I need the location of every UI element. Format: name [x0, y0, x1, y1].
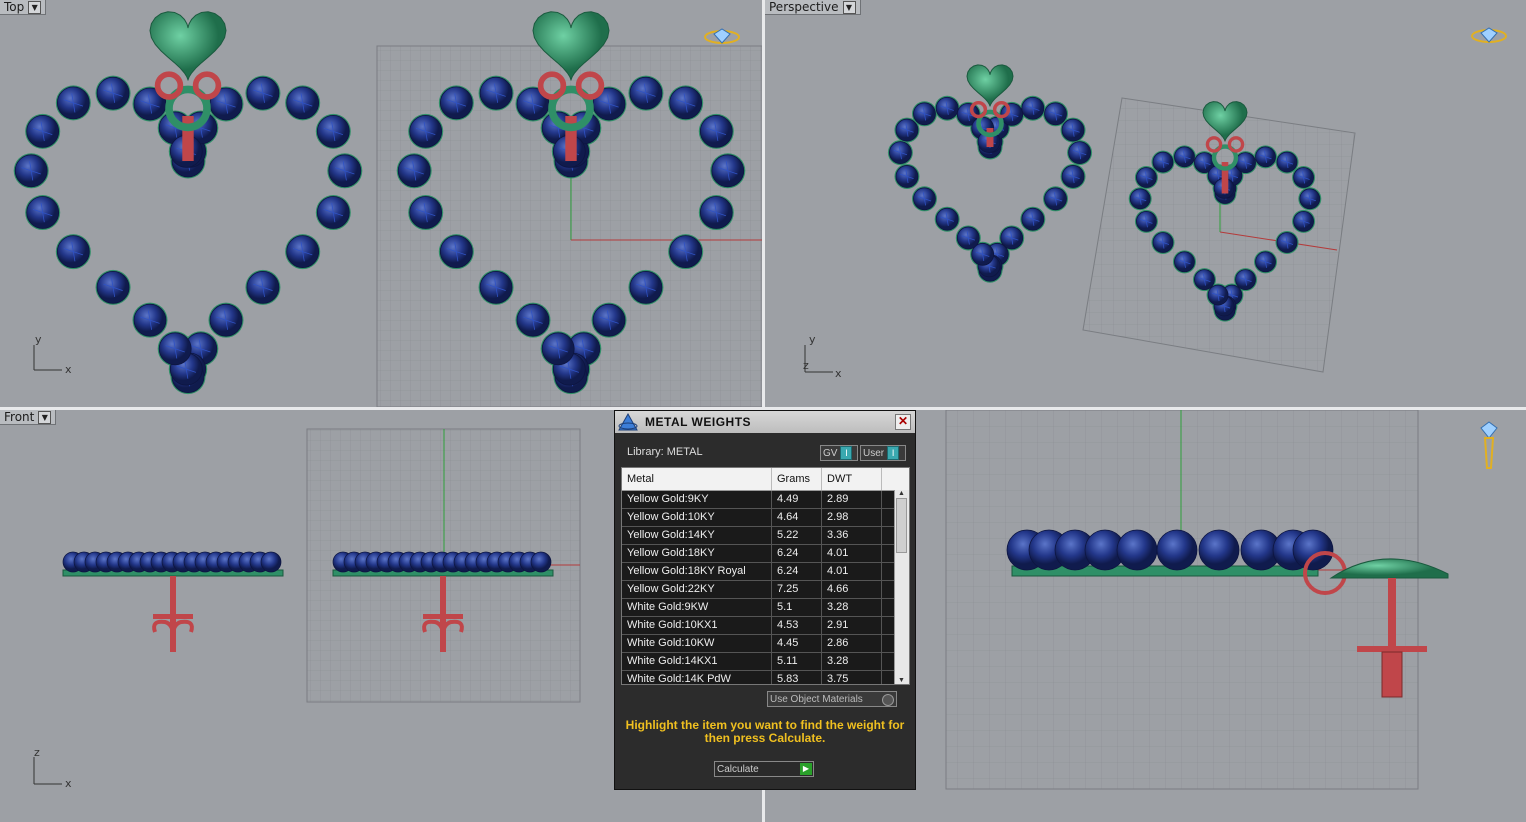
viewport-perspective-label[interactable]: Perspective ▼: [765, 0, 861, 15]
use-object-materials-option[interactable]: Use Object Materials: [767, 691, 897, 707]
viewport-top-label[interactable]: Top ▼: [0, 0, 47, 15]
table-cell: 6.24: [772, 563, 822, 580]
app-logo-icon: [615, 411, 641, 433]
axis-indicator: xz: [33, 746, 72, 790]
metal-table[interactable]: Metal Grams DWT Yellow Gold:9KY 4.49 2.89 Y…: [621, 467, 910, 685]
dialog-title-bar[interactable]: METAL WEIGHTS ✕: [615, 411, 915, 433]
scroll-up-icon[interactable]: ▲: [898, 490, 905, 497]
table-scrollbar[interactable]: ▲ ▼: [894, 490, 909, 684]
table-cell: Yellow Gold:18KY: [622, 545, 772, 562]
table-cell: White Gold:10KW: [622, 635, 772, 652]
scroll-thumb[interactable]: [896, 498, 907, 553]
toggle-switch-icon: I: [840, 446, 853, 460]
toggle-switch-icon: I: [887, 446, 900, 460]
svg-text:z: z: [34, 746, 40, 759]
table-cell: 3.75: [822, 671, 882, 684]
table-cell: 2.91: [822, 617, 882, 634]
table-cell: White Gold:14KX1: [622, 653, 772, 670]
viewport-top[interactable]: Top ▼ xy: [0, 0, 762, 407]
table-cell: 5.22: [772, 527, 822, 544]
viewport-perspective-canvas: x yz: [803, 27, 1507, 380]
column-header[interactable]: DWT: [822, 468, 882, 490]
gv-toggle[interactable]: GV I: [820, 445, 858, 461]
table-row[interactable]: Yellow Gold:18KY Royal 6.24 4.01: [622, 563, 909, 581]
table-row[interactable]: White Gold:14KX1 5.11 3.28: [622, 653, 909, 671]
table-cell: 4.45: [772, 635, 822, 652]
library-label: Library: METAL: [627, 446, 703, 458]
table-cell: Yellow Gold:14KY: [622, 527, 772, 544]
svg-text:x: x: [65, 363, 72, 376]
table-header: Metal Grams DWT: [622, 468, 909, 491]
table-cell: 4.01: [822, 563, 882, 580]
axis-indicator: xy: [33, 333, 72, 376]
viewport-menu-icon[interactable]: ▼: [38, 410, 52, 424]
table-cell: 5.83: [772, 671, 822, 684]
viewport-menu-icon[interactable]: ▼: [28, 0, 42, 14]
close-icon[interactable]: ✕: [895, 414, 911, 430]
table-row[interactable]: White Gold:10KW 4.45 2.86: [622, 635, 909, 653]
earring-front-view: [62, 551, 284, 652]
table-cell: 4.64: [772, 509, 822, 526]
table-cell: 4.53: [772, 617, 822, 634]
table-cell: Yellow Gold:9KY: [622, 491, 772, 508]
column-header[interactable]: Metal: [622, 468, 772, 490]
dialog-title: METAL WEIGHTS: [645, 415, 752, 429]
gem-view-icon: [1480, 421, 1498, 469]
table-cell: 3.28: [822, 653, 882, 670]
table-cell: 4.49: [772, 491, 822, 508]
heart-earring-model: [887, 64, 1093, 283]
table-cell: 4.01: [822, 545, 882, 562]
table-cell: 3.28: [822, 599, 882, 616]
metal-weights-dialog: METAL WEIGHTS ✕ Library: METAL GV I User I…: [614, 410, 916, 790]
table-cell: Yellow Gold:18KY Royal: [622, 563, 772, 580]
scroll-down-icon[interactable]: ▼: [898, 677, 905, 684]
svg-text:z: z: [803, 359, 809, 372]
axis-indicator: x yz: [803, 333, 842, 380]
table-row[interactable]: Yellow Gold:14KY 5.22 3.36: [622, 527, 909, 545]
table-row[interactable]: White Gold:10KX1 4.53 2.91: [622, 617, 909, 635]
svg-text:x: x: [65, 777, 72, 790]
svg-text:x: x: [835, 367, 842, 380]
table-cell: Yellow Gold:22KY: [622, 581, 772, 598]
radio-icon[interactable]: [882, 694, 894, 706]
play-arrow-icon: ▶: [800, 763, 812, 775]
viewport-top-canvas: xy: [13, 11, 762, 407]
calculate-button[interactable]: Calculate ▶: [714, 761, 814, 777]
table-cell: 2.98: [822, 509, 882, 526]
table-cell: White Gold:9KW: [622, 599, 772, 616]
table-cell: White Gold:14K PdW: [622, 671, 772, 684]
table-row[interactable]: White Gold:14K PdW 5.83 3.75: [622, 671, 909, 684]
table-cell: 3.36: [822, 527, 882, 544]
table-cell: 7.25: [772, 581, 822, 598]
table-cell: 2.86: [822, 635, 882, 652]
table-cell: 5.1: [772, 599, 822, 616]
table-row[interactable]: Yellow Gold:22KY 7.25 4.66: [622, 581, 909, 599]
table-body: Yellow Gold:9KY 4.49 2.89 Yellow Gold:10KY 4…: [622, 491, 909, 684]
table-cell: 2.89: [822, 491, 882, 508]
table-row[interactable]: Yellow Gold:9KY 4.49 2.89: [622, 491, 909, 509]
viewport-front-label[interactable]: Front ▼: [0, 410, 57, 425]
gem-view-icon: [1471, 27, 1507, 43]
table-cell: Yellow Gold:10KY: [622, 509, 772, 526]
viewport-menu-icon[interactable]: ▼: [842, 0, 856, 14]
table-cell: 6.24: [772, 545, 822, 562]
column-header[interactable]: Grams: [772, 468, 822, 490]
table-row[interactable]: Yellow Gold:10KY 4.64 2.98: [622, 509, 909, 527]
table-cell: White Gold:10KX1: [622, 617, 772, 634]
table-row[interactable]: Yellow Gold:18KY 6.24 4.01: [622, 545, 909, 563]
svg-text:y: y: [35, 333, 42, 346]
table-row[interactable]: White Gold:9KW 5.1 3.28: [622, 599, 909, 617]
user-toggle[interactable]: User I: [860, 445, 906, 461]
instruction-text: Highlight the item you want to find the …: [625, 718, 905, 745]
table-cell: 4.66: [822, 581, 882, 598]
heart-earring-model: [13, 11, 363, 395]
svg-text:y: y: [809, 333, 816, 346]
table-cell: 5.11: [772, 653, 822, 670]
gem-view-icon: [704, 28, 740, 44]
viewport-perspective[interactable]: Perspective ▼ x yz: [765, 0, 1526, 407]
